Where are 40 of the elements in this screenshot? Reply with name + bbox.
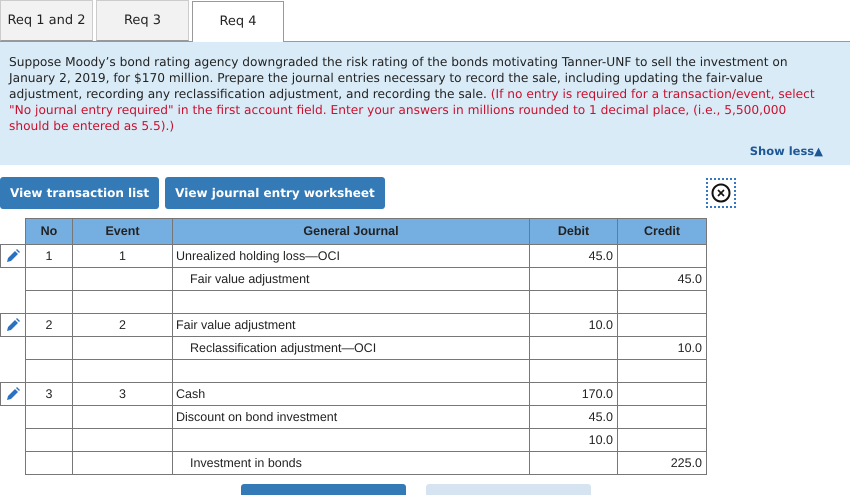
table-cell: 45.0 — [530, 244, 618, 268]
table-cell: 1 — [26, 244, 72, 268]
close-icon — [711, 183, 731, 203]
table-cell: 170.0 — [530, 382, 618, 406]
table-cell — [26, 428, 72, 452]
table-cell: 2 — [72, 314, 172, 336]
show-less-link[interactable]: Show less▲ — [750, 143, 823, 160]
table-cell: 10.0 — [530, 314, 618, 336]
instructions-text: Suppose Moody’s bond rating agency downgraded the risk rating of the bonds motivating Tanner-UNF to sell the investment on January 2, 2019, for $170 million. Prepare the journal entries necessary to record the sale, including updating the fair-value adjustment, recording any reclassification adjustment, and recording the sale. (If no entry is required for a transaction/event, select "No journal entry required" in the first account field. Enter your answers in millions rounded to 1 decimal place, (i.e., 5,500,000 should be entered as 5.5).) — [9, 54, 816, 134]
view-button[interactable]: View journal entry worksheet — [165, 177, 385, 209]
column-header: Debit — [530, 218, 618, 244]
tab[interactable]: Req 1 and 2 — [0, 0, 93, 41]
table-cell: Cash — [172, 382, 530, 406]
column-header: General Journal — [172, 218, 530, 244]
pencil-icon[interactable] — [6, 318, 20, 332]
table-cell: 1 — [72, 244, 172, 268]
table-cell: 2 — [26, 314, 72, 336]
table-cell: Fair value adjustment — [172, 314, 530, 336]
table-cell: Reclassification adjustment—OCI — [172, 336, 530, 360]
view-button[interactable]: View transaction list — [0, 177, 160, 209]
table-cell: 45.0 — [530, 406, 618, 428]
table-cell: 45.0 — [618, 268, 706, 290]
column-header: Credit — [618, 218, 706, 244]
table-cell: Fair value adjustment — [172, 268, 530, 290]
table-cell: Discount on bond investment — [172, 406, 530, 428]
tab[interactable]: Req 4 — [192, 1, 284, 42]
table-cell: 225.0 — [618, 452, 706, 474]
table-cell — [26, 452, 72, 474]
table-cell: Investment in bonds — [172, 452, 530, 474]
pencil-icon[interactable] — [6, 387, 20, 401]
tab[interactable]: Req 3 — [96, 0, 189, 41]
close-button[interactable] — [706, 178, 736, 208]
table-cell: Unrealized holding loss—OCI — [172, 244, 530, 268]
column-header: No — [26, 218, 72, 244]
column-header: Event — [72, 218, 172, 244]
table-cell: 10.0 — [530, 428, 618, 452]
table-cell: 3 — [26, 382, 72, 406]
table-cell: 10.0 — [618, 336, 706, 360]
table-cell: 3 — [72, 382, 172, 406]
pencil-icon[interactable] — [6, 249, 20, 263]
